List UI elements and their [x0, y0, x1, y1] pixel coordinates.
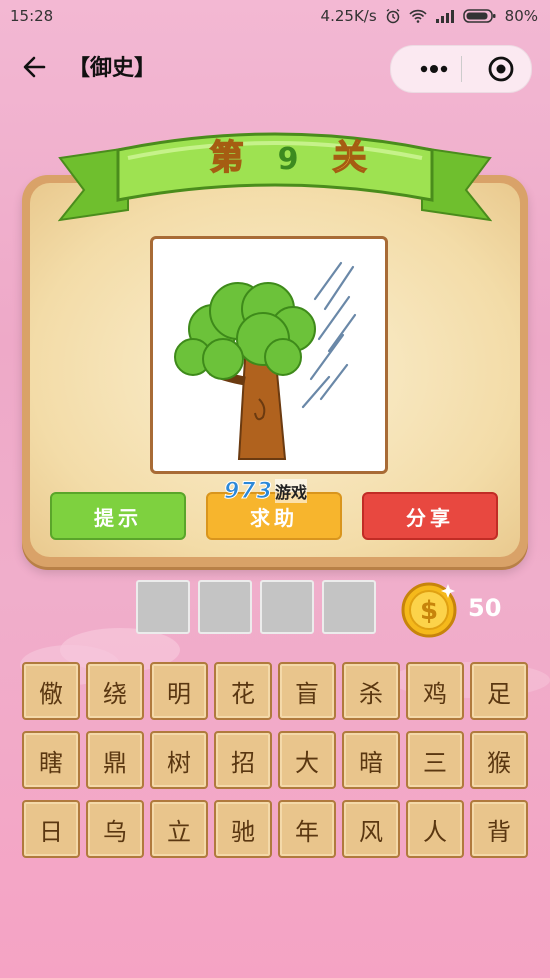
char-tile[interactable]: 树 [150, 731, 208, 789]
char-tile[interactable]: 风 [342, 800, 400, 858]
battery-icon [462, 9, 496, 23]
alarm-icon [386, 8, 400, 24]
char-tile[interactable]: 大 [278, 731, 336, 789]
capsule-divider [461, 56, 462, 82]
char-tile[interactable]: 瞎 [22, 731, 80, 789]
char-tile[interactable]: 招 [214, 731, 272, 789]
watermark-number: 973 [224, 478, 273, 504]
char-tile[interactable]: 驰 [214, 800, 272, 858]
char-tile[interactable]: 背 [470, 800, 528, 858]
char-tile[interactable]: 年 [278, 800, 336, 858]
status-time: 15:28 [10, 7, 54, 25]
puzzle-image [150, 236, 388, 474]
share-button[interactable]: 分享 [362, 492, 498, 540]
level-prefix: 第 [209, 137, 278, 179]
watermark-text: 游戏 [274, 479, 307, 503]
char-tile[interactable]: 鼎 [86, 731, 144, 789]
battery-level: 80% [504, 7, 538, 25]
coin-icon: $ [401, 582, 457, 638]
char-tile[interactable]: 花 [214, 662, 272, 720]
answer-slot-1[interactable] [136, 580, 190, 634]
page-title: 【御史】 [68, 56, 157, 81]
level-number: 9 [277, 142, 333, 177]
char-tile[interactable]: 杀 [342, 662, 400, 720]
char-tile[interactable]: 三 [406, 731, 464, 789]
char-tile[interactable]: 鸡 [406, 662, 464, 720]
char-tile[interactable]: 立 [150, 800, 208, 858]
char-tile[interactable]: 明 [150, 662, 208, 720]
back-arrow-icon[interactable] [18, 50, 52, 84]
char-tile[interactable]: 盲 [278, 662, 336, 720]
char-tile[interactable]: 绕 [86, 662, 144, 720]
status-right: 4.25K/s 80% [321, 7, 538, 25]
nav-bar: 【御史】 [0, 32, 550, 102]
char-tile[interactable]: 猴 [470, 731, 528, 789]
mini-program-capsule [390, 45, 532, 93]
signal-icon [435, 10, 454, 23]
char-tile[interactable]: 儆 [22, 662, 80, 720]
char-tile[interactable]: 暗 [342, 731, 400, 789]
hint-button[interactable]: 提示 [50, 492, 186, 540]
char-tile[interactable]: 乌 [86, 800, 144, 858]
char-tile[interactable]: 足 [470, 662, 528, 720]
level-title: 第9关 [170, 130, 410, 179]
answer-slot-2[interactable] [198, 580, 252, 634]
more-dots-icon[interactable] [403, 46, 461, 92]
char-tile[interactable]: 人 [406, 800, 464, 858]
close-target-icon[interactable] [471, 46, 529, 92]
coin-count: 50 [468, 594, 502, 622]
answer-slot-4[interactable] [322, 580, 376, 634]
level-suffix: 关 [332, 137, 401, 179]
wifi-icon [409, 9, 427, 23]
answer-slot-3[interactable] [260, 580, 314, 634]
svg-text:$: $ [420, 596, 438, 626]
tree-in-wind-illustration [174, 261, 357, 460]
site-watermark: 973 游戏 [224, 476, 307, 506]
status-bar: 15:28 4.25K/s 80% [0, 0, 550, 32]
char-tile[interactable]: 日 [22, 800, 80, 858]
net-speed: 4.25K/s [320, 7, 377, 25]
